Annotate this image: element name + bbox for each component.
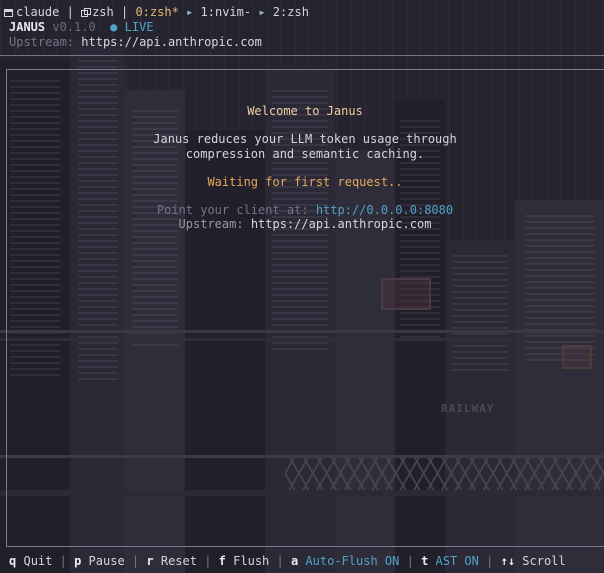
app-header: JANUS v0.1.0 ● LIVE <box>9 20 154 34</box>
keybinding-bar: q Quit | p Pause | r Reset | f Flush | a… <box>9 554 566 568</box>
client-endpoint-label: Point your client at: <box>156 203 309 217</box>
app-title: JANUS <box>9 20 46 34</box>
key-scroll[interactable]: ↑↓ Scroll <box>501 554 566 568</box>
scroll-arrows-icon: ↑↓ <box>500 554 516 568</box>
key-auto-flush-toggle[interactable]: a Auto-Flush ON <box>291 554 399 568</box>
waiting-status: Waiting for first request.. <box>207 175 403 189</box>
upstream-url: https://api.anthropic.com <box>81 35 262 49</box>
header-divider <box>0 55 604 56</box>
live-dot-icon: ● <box>110 20 118 34</box>
upstream-label: Upstream: <box>9 35 75 49</box>
tmux-window-0[interactable]: 0:zsh* <box>135 5 178 19</box>
tmux-status-bar: claude | zsh | 0:zsh* ▸ 1:nvim- ▸ 2:zsh <box>4 5 309 19</box>
live-status-badge: LIVE <box>124 20 154 34</box>
shell-name[interactable]: zsh <box>92 5 114 19</box>
key-quit[interactable]: q Quit <box>9 554 52 568</box>
chevron-right-icon: ▸ <box>258 5 266 19</box>
header-upstream: Upstream: https://api.anthropic.com <box>9 35 262 49</box>
client-endpoint-line: Point your client at: http://0.0.0.0:808… <box>6 203 604 217</box>
tmux-window-1[interactable]: 1:nvim- <box>201 5 252 19</box>
panel-upstream-label: Upstream: <box>178 217 244 231</box>
key-reset[interactable]: r Reset <box>146 554 197 568</box>
terminal-icon <box>4 9 13 17</box>
panel-upstream-line: Upstream: https://api.anthropic.com <box>6 217 604 231</box>
key-pause[interactable]: p Pause <box>74 554 125 568</box>
description-line-2: compression and semantic caching. <box>185 147 425 161</box>
chevron-right-icon: ▸ <box>186 5 194 19</box>
session-name[interactable]: claude <box>16 5 59 19</box>
key-flush[interactable]: f Flush <box>219 554 270 568</box>
windows-icon <box>81 8 92 17</box>
panel-upstream-url[interactable]: https://api.anthropic.com <box>251 217 432 231</box>
client-endpoint-url[interactable]: http://0.0.0.0:8080 <box>316 203 453 217</box>
tmux-window-2[interactable]: 2:zsh <box>273 5 309 19</box>
welcome-heading: Welcome to Janus <box>247 104 363 118</box>
version-label: v0.1.0 <box>52 20 96 34</box>
key-ast-toggle[interactable]: t AST ON <box>421 554 479 568</box>
description-line-1: Janus reduces your LLM token usage throu… <box>153 132 457 146</box>
